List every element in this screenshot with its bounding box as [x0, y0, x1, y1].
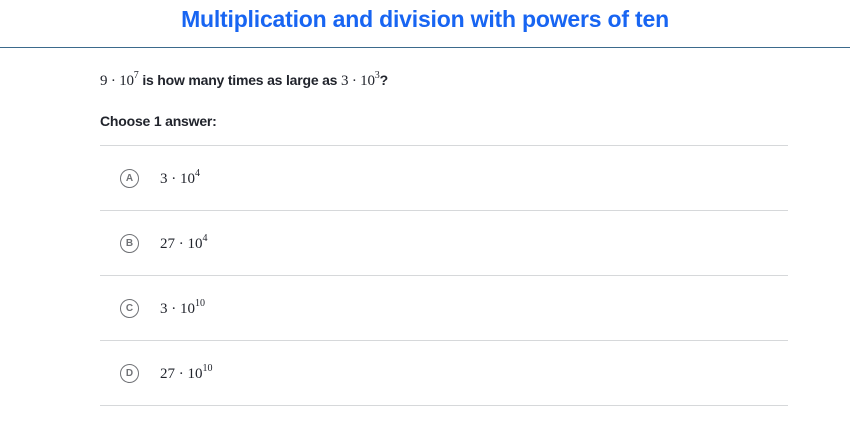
choice-c[interactable]: C 3 · 1010	[100, 276, 788, 341]
choice-math-b: 27 · 104	[160, 232, 208, 252]
question-prompt: 9 · 107 is how many times as large as 3 …	[100, 70, 389, 90]
choice-d[interactable]: D 27 · 1010	[100, 341, 788, 406]
page-title: Multiplication and division with powers …	[181, 6, 669, 32]
answer-choices: A 3 · 104 B 27 · 104 C 3 · 1010 D 27 · 1…	[100, 145, 788, 406]
choice-b[interactable]: B 27 · 104	[100, 211, 788, 276]
choice-letter-b: B	[120, 233, 139, 253]
choice-letter-c: C	[120, 298, 139, 318]
choice-letter-d: D	[120, 363, 139, 383]
choice-math-c: 3 · 1010	[160, 297, 205, 317]
question-math-b: 3 · 103	[340, 70, 380, 89]
question-text: is how many times as large as	[142, 72, 338, 88]
question-suffix: ?	[379, 72, 389, 88]
page-header: Multiplication and division with powers …	[0, 0, 850, 48]
choice-math-d: 27 · 1010	[160, 362, 213, 382]
choice-letter-a: A	[120, 168, 139, 188]
choose-label: Choose 1 answer:	[100, 113, 217, 129]
choice-a[interactable]: A 3 · 104	[100, 146, 788, 211]
question-math-a: 9 · 107	[100, 70, 139, 89]
choice-math-a: 3 · 104	[160, 167, 200, 187]
